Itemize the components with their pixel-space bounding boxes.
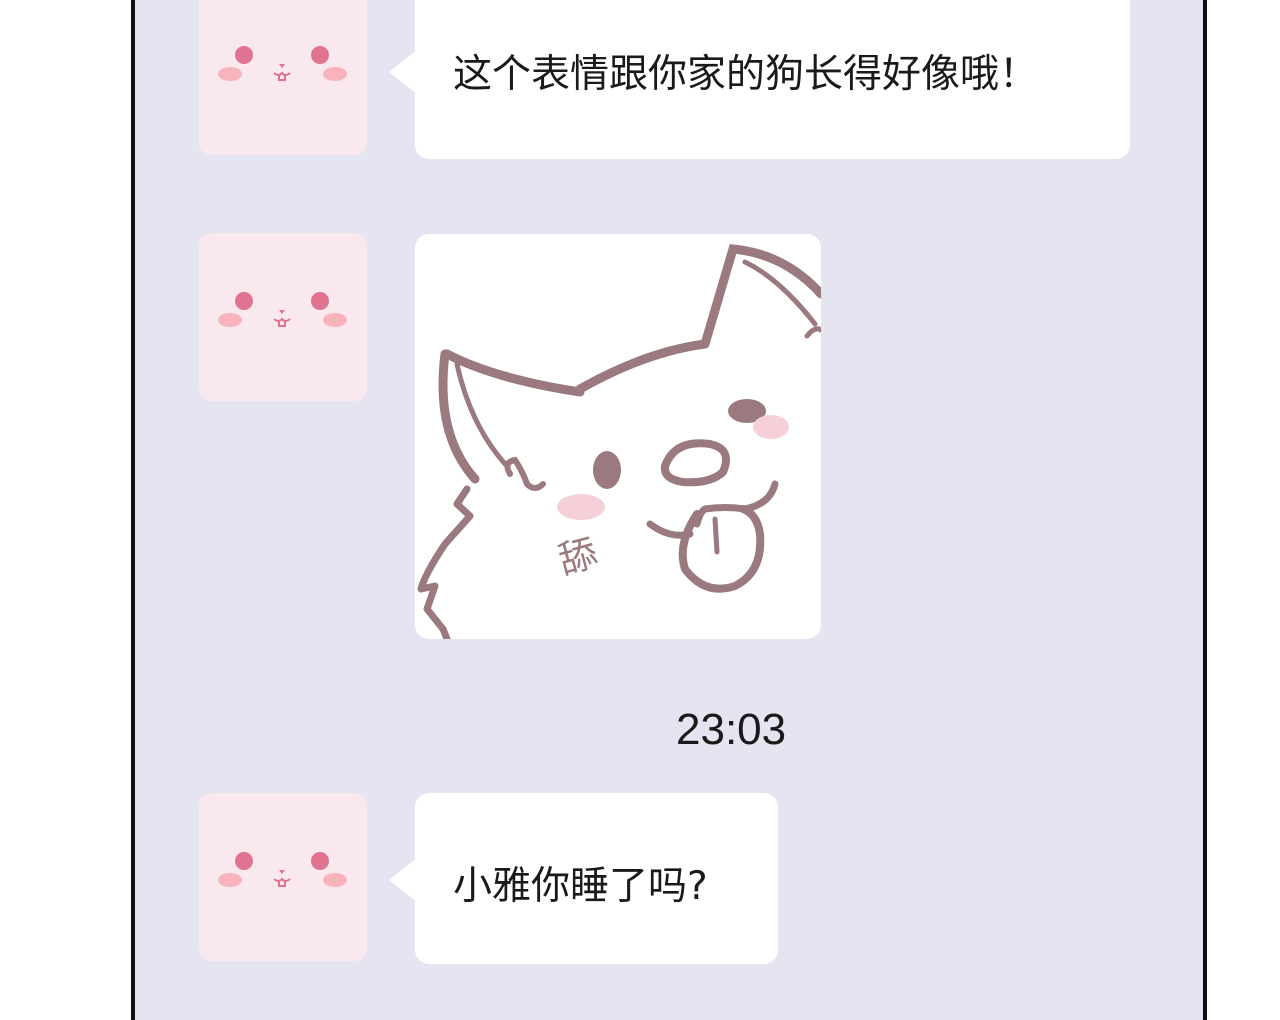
bunny-face-icon	[218, 292, 347, 327]
sticker-caption: 舔	[554, 530, 602, 582]
bubble-tail	[389, 858, 417, 902]
contact-avatar[interactable]	[199, 0, 367, 155]
bunny-face-icon	[218, 46, 347, 81]
bunny-face-icon	[218, 852, 347, 887]
licking-dog-sticker-icon: 舔	[417, 244, 821, 639]
message-bubble[interactable]: 这个表情跟你家的狗长得好像哦！	[415, 0, 1130, 159]
contact-avatar[interactable]	[199, 793, 367, 961]
message-text: 这个表情跟你家的狗长得好像哦！	[453, 52, 1039, 97]
message-bubble[interactable]: 小雅你睡了吗?	[415, 793, 778, 964]
sticker-message[interactable]: 舔	[415, 234, 821, 639]
bubble-tail	[389, 50, 417, 94]
timestamp: 23:03	[676, 705, 787, 754]
chat-window: 这个表情跟你家的狗长得好像哦！ 舔 23:03 小雅你睡了吗?	[131, 0, 1207, 1020]
contact-avatar[interactable]	[199, 233, 367, 401]
message-text: 小雅你睡了吗?	[453, 864, 708, 909]
